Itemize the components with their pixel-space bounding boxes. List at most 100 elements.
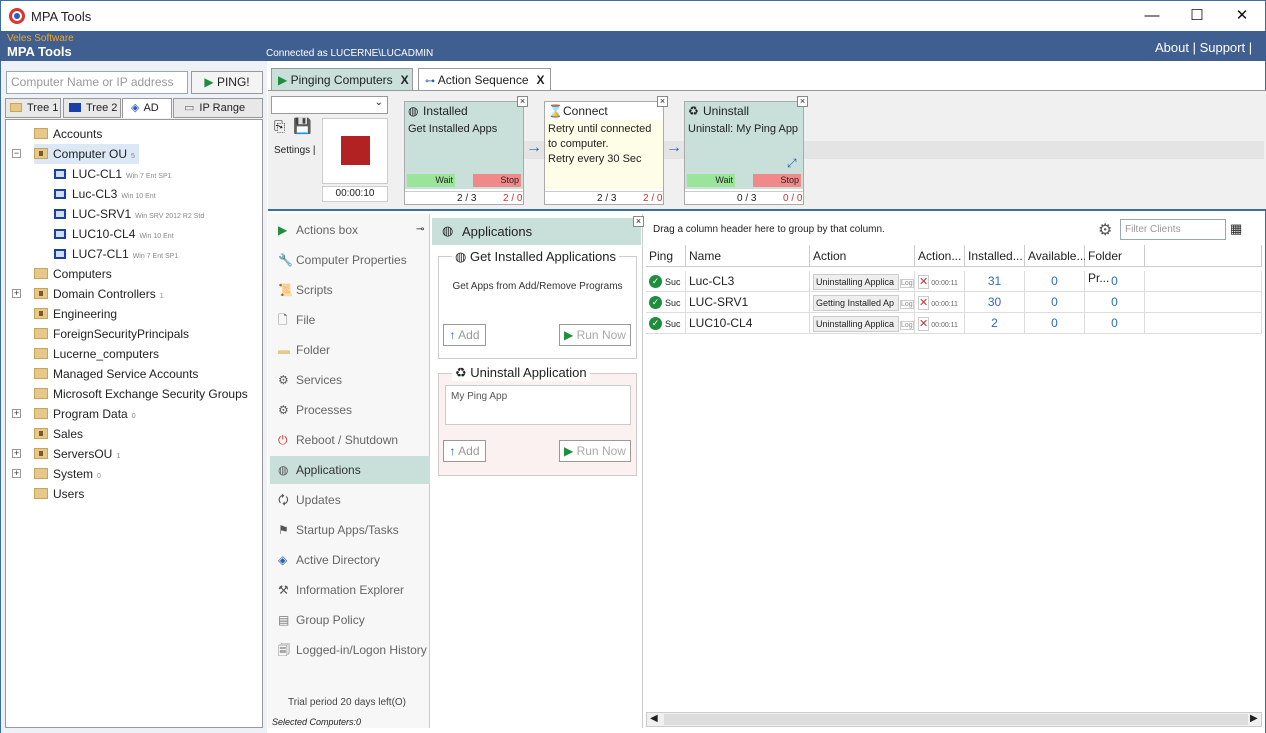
menu-item-folder[interactable]: ▬ Folder — [270, 336, 430, 364]
menu-item-information-explorer[interactable]: ⚒ Information Explorer — [270, 576, 430, 604]
tree-node[interactable]: ForeignSecurityPrincipals — [34, 324, 193, 344]
uninstall-app-input[interactable]: My Ping App — [445, 385, 631, 425]
menu-item-logged-in-logon-history[interactable]: 🗐 Logged-in/Logon History — [270, 636, 430, 664]
column-header[interactable]: Ping — [646, 245, 686, 267]
scroll-left-icon[interactable]: ◀ — [650, 713, 658, 724]
table-cell[interactable]: ✓ Suc — [646, 313, 686, 334]
collapse-icon[interactable]: − — [12, 149, 21, 158]
menu-item-updates[interactable]: 🗘 Updates — [270, 486, 430, 514]
tree-node[interactable]: Sales — [34, 424, 87, 444]
expand-icon[interactable]: + — [12, 289, 21, 298]
menu-item-computer-properties[interactable]: 🔧 Computer Properties — [270, 246, 430, 274]
minimize-button[interactable]: — — [1129, 1, 1175, 31]
table-cell[interactable]: 2 — [965, 313, 1025, 334]
tree-node[interactable]: System 0 — [34, 464, 101, 484]
table-cell[interactable]: 31 — [965, 271, 1025, 292]
tree-node[interactable]: Computers — [34, 264, 116, 284]
tree-node[interactable]: Users — [34, 484, 88, 504]
table-cell[interactable]: 0 — [1025, 271, 1085, 292]
column-header[interactable]: Action... — [915, 245, 965, 267]
menu-item-services[interactable]: ⚙ Services — [270, 366, 430, 394]
close-step-icon[interactable]: × — [657, 96, 668, 107]
log-button[interactable]: Log — [900, 279, 914, 288]
tree-node[interactable]: Computer OU 5 — [34, 144, 139, 164]
close-button[interactable]: ✕ — [1219, 1, 1265, 31]
ping-button[interactable]: ▶ PING! — [191, 71, 263, 94]
tab-ad[interactable]: ◈ AD — [122, 98, 172, 118]
tree-node[interactable]: ServersOU 1 — [34, 444, 120, 464]
column-header[interactable]: Action — [810, 245, 915, 267]
maximize-button[interactable]: ☐ — [1174, 1, 1220, 31]
menu-item-file[interactable]: 🗋 File — [270, 306, 430, 334]
menu-item-reboot-shutdown[interactable]: ⏻ Reboot / Shutdown — [270, 426, 430, 454]
menu-item-processes[interactable]: ⚙ Processes — [270, 396, 430, 424]
column-header[interactable]: Folder Pr... — [1085, 245, 1145, 285]
add-button[interactable]: ↑ Add — [443, 324, 486, 346]
table-cell[interactable]: Luc-CL3 — [686, 271, 810, 292]
sequence-step[interactable]: Uninstall ApplicationUninstall: My Ping … — [684, 96, 808, 205]
tree-node[interactable]: Domain Controllers 1 — [34, 284, 164, 304]
table-cell[interactable]: Uninstalling Applica Log — [810, 271, 915, 292]
table-cell[interactable]: LUC10-CL4 — [686, 313, 810, 334]
stop-sequence-button[interactable] — [341, 136, 370, 165]
tree-node[interactable]: Microsoft Exchange Security Groups — [34, 384, 252, 404]
column-header[interactable]: Name — [686, 245, 810, 267]
about-support-links[interactable]: About | Support | — [1155, 40, 1252, 55]
scrollbar-thumb[interactable] — [664, 714, 1248, 725]
menu-item-applications[interactable]: ◍ Applications — [270, 456, 430, 484]
menu-item-group-policy[interactable]: ▤ Group Policy — [270, 606, 430, 634]
tree-node[interactable]: Luc-CL3 Win 10 Ent — [54, 184, 156, 204]
log-button[interactable]: Log — [900, 300, 914, 309]
save-icon[interactable]: 💾 — [293, 117, 312, 135]
table-cell[interactable]: ✓ Suc — [646, 292, 686, 313]
table-cell[interactable]: 0 — [1085, 271, 1145, 292]
table-cell[interactable]: ✕ 00:00:11 — [915, 271, 965, 292]
close-tab-icon[interactable]: X — [537, 73, 545, 87]
table-cell[interactable]: 30 — [965, 292, 1025, 313]
tree-node[interactable]: Program Data 0 — [34, 404, 136, 424]
expand-icon[interactable]: + — [12, 449, 21, 458]
cancel-icon[interactable]: ✕ — [918, 275, 930, 289]
cancel-icon[interactable]: ✕ — [918, 317, 930, 331]
table-cell[interactable]: Getting Installed Ap Log — [810, 292, 915, 313]
tree-node[interactable]: LUC-CL1 Win 7 Ent SP1 — [54, 164, 172, 184]
column-header[interactable] — [1145, 245, 1262, 267]
gear-icon[interactable]: ⚙ — [1098, 220, 1112, 240]
table-cell[interactable]: ✕ 00:00:11 — [915, 292, 965, 313]
tree-node[interactable]: LUC10-CL4 Win 10 Ent — [54, 224, 174, 244]
sequence-select[interactable]: ⌄ — [271, 96, 388, 114]
close-tab-icon[interactable]: X — [401, 73, 409, 87]
column-header[interactable]: Installed... — [965, 245, 1025, 267]
table-cell[interactable]: LUC-SRV1 — [686, 292, 810, 313]
tree-node[interactable]: Engineering — [34, 304, 121, 324]
tab-pinging-computers[interactable]: ▶ Pinging Computers X — [271, 68, 413, 90]
menu-item-actions-box[interactable]: ▶ Actions box — [270, 216, 430, 244]
expand-icon[interactable]: + — [12, 409, 21, 418]
close-step-icon[interactable]: × — [797, 96, 808, 107]
filter-clients-input[interactable]: Filter Clients — [1120, 219, 1226, 240]
tab-ip-range[interactable]: ▭ IP Range — [173, 98, 263, 118]
close-step-icon[interactable]: × — [517, 96, 528, 107]
run-now-button[interactable]: ▶ Run Now — [559, 324, 631, 346]
expand-icon[interactable]: + — [12, 469, 21, 478]
table-cell[interactable]: ✕ 00:00:11 — [915, 313, 965, 334]
table-cell[interactable]: 0 — [1085, 292, 1145, 313]
sequence-step[interactable]: Installed ApplicationsGet Installed Apps… — [404, 96, 528, 205]
close-panel-icon[interactable]: × — [633, 216, 644, 227]
open-icon[interactable]: ⎘ — [274, 118, 285, 135]
add-button[interactable]: ↑ Add — [443, 440, 486, 462]
run-now-button[interactable]: ▶ Run Now — [559, 440, 631, 462]
tree-node[interactable]: Managed Service Accounts — [34, 364, 202, 384]
menu-item-startup-apps-tasks[interactable]: ⚑ Startup Apps/Tasks — [270, 516, 430, 544]
settings-link[interactable]: Settings | — [274, 145, 316, 156]
tab-tree2[interactable]: Tree 2 — [63, 98, 121, 118]
menu-item-active-directory[interactable]: ◈ Active Directory — [270, 546, 430, 574]
table-cell[interactable]: 0 — [1025, 292, 1085, 313]
search-input[interactable]: Computer Name or IP address — [6, 71, 188, 94]
table-cell[interactable]: 0 — [1085, 313, 1145, 334]
export-icon[interactable]: ▦ — [1230, 221, 1242, 237]
tab-tree1[interactable]: Tree 1 — [5, 98, 61, 118]
expand-icon[interactable]: ⤢ — [787, 156, 797, 171]
column-header[interactable]: Available... — [1025, 245, 1086, 267]
table-cell[interactable]: 0 — [1025, 313, 1085, 334]
